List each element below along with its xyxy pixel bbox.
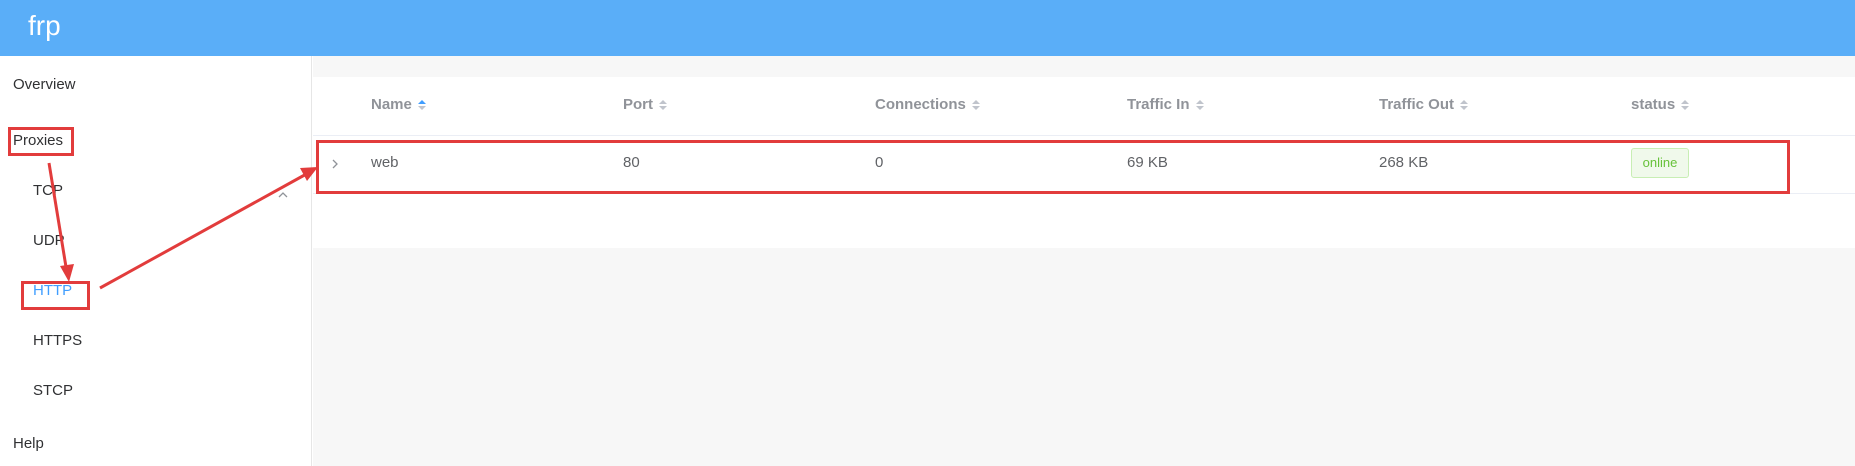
sidebar-item-help[interactable]: Help	[13, 434, 44, 454]
column-header-label: Connections	[875, 96, 966, 113]
sidebar-item-https[interactable]: HTTPS	[33, 331, 82, 351]
column-header-status[interactable]: status	[1631, 96, 1690, 113]
column-header-connections[interactable]: Connections	[875, 96, 980, 113]
main-content: Name Port Connections Traffic In Traffic…	[313, 56, 1855, 466]
sort-caret-icon[interactable]	[659, 99, 667, 110]
column-header-label: status	[1631, 96, 1676, 113]
app-logo-title[interactable]: frp	[28, 6, 61, 46]
column-header-name[interactable]: Name	[371, 96, 426, 113]
column-header-label: Name	[371, 96, 412, 113]
sort-caret-icon[interactable]	[1681, 99, 1690, 110]
column-header-traffic-in[interactable]: Traffic In	[1127, 96, 1204, 113]
column-header-label: Traffic Out	[1379, 96, 1455, 113]
sidebar-menu: Overview Proxies TCP UDP HTTP HTTPS STCP…	[0, 56, 312, 466]
annotation-box-proxy-row	[316, 140, 1790, 194]
sidebar-item-tcp[interactable]: TCP	[33, 181, 63, 201]
top-header-bar: frp	[0, 0, 1855, 56]
column-header-traffic-out[interactable]: Traffic Out	[1379, 96, 1469, 113]
annotation-box-http	[21, 281, 90, 310]
column-header-port[interactable]: Port	[623, 96, 667, 113]
chevron-up-icon[interactable]	[278, 192, 288, 198]
sort-caret-icon[interactable]	[1195, 99, 1204, 110]
sort-caret-icon[interactable]	[1460, 99, 1469, 110]
column-header-label: Port	[623, 96, 653, 113]
sidebar-item-udp[interactable]: UDP	[33, 231, 65, 251]
column-header-label: Traffic In	[1127, 96, 1190, 113]
sort-ascending-icon[interactable]	[417, 99, 426, 110]
annotation-box-proxies	[8, 127, 74, 156]
sidebar-item-overview[interactable]: Overview	[13, 75, 76, 95]
sort-caret-icon[interactable]	[971, 99, 980, 110]
table-header: Name Port Connections Traffic In Traffic…	[313, 77, 1855, 136]
sidebar-item-stcp[interactable]: STCP	[33, 381, 73, 401]
